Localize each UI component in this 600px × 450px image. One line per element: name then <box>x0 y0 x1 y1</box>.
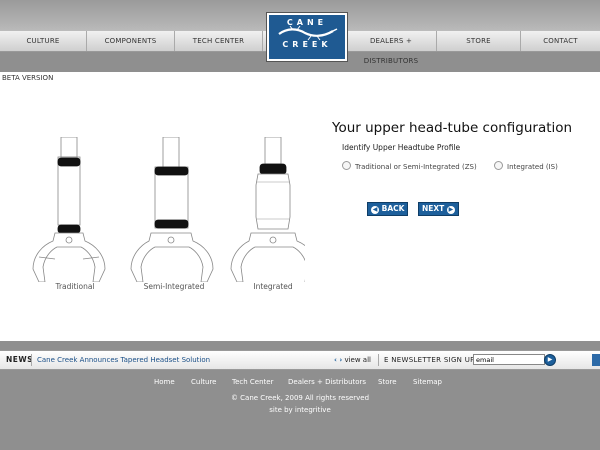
news-divider <box>31 354 32 366</box>
footer-link-tech-center[interactable]: Tech Center <box>232 378 273 386</box>
nav-dealers-distributors[interactable]: DEALERS + DISTRIBUTORS <box>345 31 437 65</box>
option-traditional-zs[interactable]: Traditional or Semi-Integrated (ZS) <box>342 161 477 171</box>
nav-culture[interactable]: CULTURE <box>0 31 87 51</box>
option-integrated-is[interactable]: Integrated (IS) <box>494 161 558 171</box>
footer-link-culture[interactable]: Culture <box>191 378 216 386</box>
footer-link-sitemap[interactable]: Sitemap <box>413 378 442 386</box>
nav-store[interactable]: STORE <box>437 31 521 51</box>
site-credit-text: site by integritive <box>269 406 331 414</box>
arrow-left-icon: ◀ <box>371 206 379 214</box>
arrow-right-icon: ▶ <box>446 206 455 214</box>
option-traditional-zs-label: Traditional or Semi-Integrated (ZS) <box>355 163 477 171</box>
headtube-diagrams <box>32 137 305 282</box>
footer-link-store[interactable]: Store <box>378 378 397 386</box>
view-all-link[interactable]: ‹ › view all <box>334 356 371 364</box>
back-button-label: BACK <box>381 204 405 213</box>
email-field[interactable] <box>473 354 545 365</box>
radio-integrated-is[interactable] <box>494 161 503 170</box>
caption-traditional: Traditional <box>55 282 95 291</box>
cane-creek-logo[interactable]: CANE CREEK <box>267 13 347 61</box>
radio-traditional-zs[interactable] <box>342 161 351 170</box>
caption-integrated: Integrated <box>253 282 293 291</box>
next-button[interactable]: NEXT ▶ <box>418 202 459 216</box>
nav-tech-center[interactable]: TECH CENTER <box>175 31 263 51</box>
caption-semi-integrated: Semi-Integrated <box>143 282 205 291</box>
main-content: BETA VERSION Traditional Semi-Integrated… <box>0 72 600 341</box>
traditional-diagram <box>32 137 106 282</box>
footer: Home Culture Tech Center Dealers + Distr… <box>0 370 600 450</box>
footer-link-dealers-distributors[interactable]: Dealers + Distributors <box>288 378 366 386</box>
next-button-label: NEXT <box>422 204 445 213</box>
nav-components[interactable]: COMPONENTS <box>87 31 175 51</box>
news-bar: NEWS Cane Creek Announces Tapered Headse… <box>0 350 600 370</box>
section-subtitle: Identify Upper Headtube Profile <box>342 143 461 152</box>
back-button[interactable]: ◀ BACK <box>367 202 409 216</box>
beta-label: BETA VERSION <box>2 74 54 82</box>
footer-link-home[interactable]: Home <box>154 378 175 386</box>
copyright-text: © Cane Creek, 2009 All rights reserved <box>230 394 370 402</box>
lizard-icon <box>278 25 338 41</box>
newsletter-label: E NEWSLETTER SIGN UP <box>384 356 475 364</box>
logo-line-2: CREEK <box>282 40 332 49</box>
view-all-label: view all <box>344 356 371 364</box>
newsletter-divider <box>378 354 379 366</box>
option-integrated-is-label: Integrated (IS) <box>507 163 558 171</box>
newsletter-submit-button[interactable]: ▶ <box>544 354 556 366</box>
semi-integrated-diagram <box>130 137 214 282</box>
nav-contact[interactable]: CONTACT <box>521 31 600 51</box>
news-label: NEWS <box>6 355 34 364</box>
side-tab[interactable] <box>592 354 600 366</box>
integrated-diagram <box>230 137 305 282</box>
prev-next-arrows-icon[interactable]: ‹ › <box>334 356 342 364</box>
news-headline-link[interactable]: Cane Creek Announces Tapered Headset Sol… <box>37 356 210 364</box>
page-title: Your upper head-tube configuration <box>332 120 573 136</box>
